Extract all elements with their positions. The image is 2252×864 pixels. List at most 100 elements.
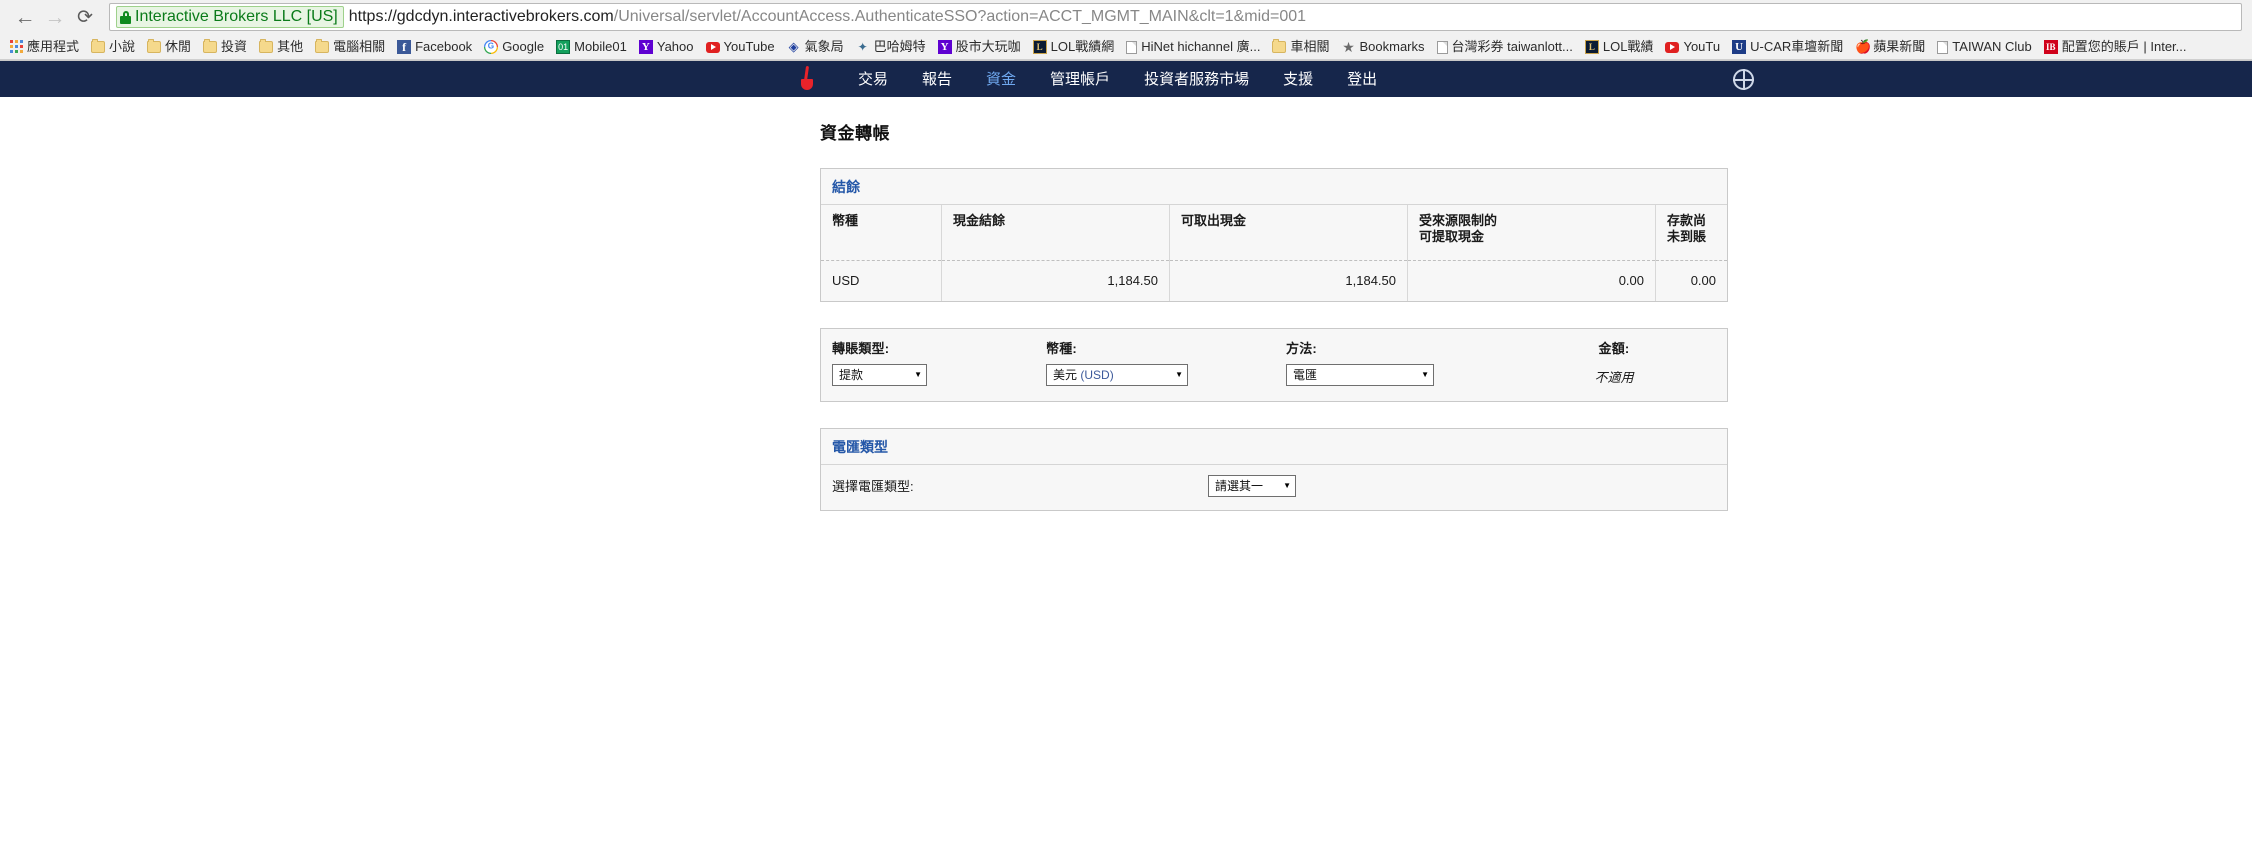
bookmark-facebook[interactable]: f Facebook — [391, 36, 478, 57]
bookmark-label: 巴哈姆特 — [873, 39, 926, 54]
nav-item-reports[interactable]: 報告 — [905, 72, 969, 87]
page-title: 資金轉帳 — [820, 124, 890, 143]
bookmark-label: 電腦相關 — [333, 39, 386, 54]
nav-item-investor-marketplace[interactable]: 投資者服務市場 — [1127, 72, 1266, 87]
mobile01-icon: 01 — [556, 39, 571, 54]
wire-type-panel-body: 選擇電匯類型: 請選其一 ▼ — [821, 465, 1727, 510]
bookmark-apple-daily[interactable]: 🍎 蘋果新聞 — [1849, 36, 1931, 57]
bookmark-google[interactable]: G Google — [478, 36, 550, 57]
bookmark-label: 蘋果新聞 — [1873, 39, 1926, 54]
wire-type-field-label: 選擇電匯類型: — [832, 479, 914, 494]
bookmark-taiwan-lottery[interactable]: 台灣彩券 taiwanlott... — [1431, 36, 1579, 57]
bookmark-taiwan-club[interactable]: TAIWAN Club — [1931, 36, 2037, 57]
bookmark-label: Yahoo — [656, 39, 694, 54]
address-bar[interactable]: Interactive Brokers LLC [US] https://gdc… — [109, 3, 2242, 31]
security-badge-label: Interactive Brokers LLC [US] — [135, 8, 338, 25]
nav-item-logout[interactable]: 登出 — [1330, 72, 1394, 87]
apps-grid-icon — [10, 40, 23, 53]
ib-icon: IB — [2043, 39, 2058, 54]
bookmark-lol-records[interactable]: L LOL戰績 — [1579, 36, 1660, 57]
bookmark-stock-player[interactable]: Y 股市大玩咖 — [932, 36, 1027, 57]
currency-select[interactable]: 美元 (USD) ▼ — [1046, 363, 1188, 386]
table-row: USD 1,184.50 1,184.50 0.00 0.00 — [821, 260, 1727, 301]
bookmark-weather-bureau[interactable]: ◈ 氣象局 — [781, 36, 850, 57]
forward-button[interactable]: → — [40, 2, 70, 32]
bookmark-label: LOL戰績網 — [1050, 39, 1115, 54]
bookmark-label: YouTube — [723, 39, 775, 54]
column-header-cash-balance: 現金結餘 — [941, 205, 1170, 261]
wire-type-select[interactable]: 請選其一 ▼ — [1208, 474, 1296, 497]
ucar-icon: U — [1732, 39, 1747, 54]
currency-value-code: (USD) — [1080, 368, 1114, 382]
bookmark-mobile01[interactable]: 01 Mobile01 — [550, 36, 633, 57]
bookmark-folder-investing[interactable]: 投資 — [197, 36, 253, 57]
method-field: 方法: 電匯 ▼ — [1286, 338, 1504, 386]
nav-item-trading[interactable]: 交易 — [841, 72, 905, 87]
star-icon: ★ — [1342, 38, 1355, 55]
bookmark-folder-cars[interactable]: 車相關 — [1266, 36, 1335, 57]
amount-field: 金額: 不適用 — [1504, 338, 1724, 386]
folder-icon — [203, 39, 218, 53]
column-header-source-restricted: 受來源限制的 可提取現金 — [1407, 205, 1656, 261]
bookmark-ucar-news[interactable]: U U-CAR車壇新聞 — [1726, 36, 1849, 57]
bookmark-label: 股市大玩咖 — [955, 39, 1021, 54]
folder-icon — [147, 39, 162, 53]
folder-icon — [91, 39, 106, 53]
bookmark-youtu[interactable]: YouTu — [1659, 36, 1726, 57]
back-button[interactable]: ← — [10, 2, 40, 32]
bookmark-hinet-hichannel[interactable]: HiNet hichannel 廣... — [1120, 36, 1266, 57]
facebook-icon: f — [397, 39, 412, 54]
security-badge[interactable]: Interactive Brokers LLC [US] — [116, 6, 344, 28]
method-label: 方法: — [1286, 340, 1317, 356]
bookmark-folder-novels[interactable]: 小說 — [85, 36, 141, 57]
transfer-type-select[interactable]: 提款 ▼ — [832, 363, 927, 386]
bookmark-label: 配置您的賬戶 | Inter... — [2061, 39, 2187, 54]
bookmark-apps[interactable]: 應用程式 — [4, 36, 85, 57]
table-header-row: 幣種 現金結餘 可取出現金 受來源限制的 可提取現金 存款尚未到賬 — [821, 205, 1727, 261]
folder-icon — [259, 39, 274, 53]
transfer-form-row: 轉賬類型: 提款 ▼ 幣種: 美元 (USD) ▼ 方法: 電匯 ▼ 金額: 不… — [821, 338, 1727, 386]
bookmarks-bar[interactable]: 應用程式 小說 休閒 投資 其他 電腦相關 f Facebook G Googl… — [0, 34, 2252, 60]
wire-type-value: 請選其一 — [1215, 479, 1264, 493]
amount-label: 金額: — [1598, 340, 1630, 356]
apple-daily-icon: 🍎 — [1855, 38, 1872, 54]
page-icon — [1436, 40, 1448, 54]
nav-item-manage-account[interactable]: 管理帳戶 — [1033, 72, 1127, 87]
bookmark-label: 車相關 — [1290, 39, 1330, 54]
column-header-currency: 幣種 — [821, 205, 942, 261]
method-select[interactable]: 電匯 ▼ — [1286, 363, 1434, 386]
bookmark-yahoo[interactable]: Y Yahoo — [633, 36, 700, 57]
nav-item-funding[interactable]: 資金 — [969, 72, 1033, 87]
bookmark-label: Mobile01 — [574, 39, 627, 54]
method-value: 電匯 — [1293, 368, 1318, 382]
wire-type-panel-header: 電匯類型 — [821, 429, 1727, 465]
bahamut-icon: ✦ — [857, 39, 868, 54]
site-navigation-bar: 交易 報告 資金 管理帳戶 投資者服務市場 支援 登出 — [0, 61, 2252, 97]
cell-pending-deposits: 0.00 — [1690, 273, 1716, 288]
balances-section-link[interactable]: 結餘 — [832, 179, 860, 195]
bookmark-bookmarks[interactable]: ★ Bookmarks — [1335, 36, 1430, 57]
lol-icon: L — [1584, 39, 1599, 54]
bookmark-label: 台灣彩券 taiwanlott... — [1451, 39, 1573, 54]
balances-table: 幣種 現金結餘 可取出現金 受來源限制的 可提取現金 存款尚未到賬 USD 1,… — [821, 205, 1727, 301]
url-text: https://gdcdyn.interactivebrokers.com/Un… — [349, 9, 1306, 25]
page-icon — [1937, 40, 1949, 54]
bookmark-youtube[interactable]: YouTube — [700, 36, 781, 57]
globe-icon[interactable] — [1733, 69, 1754, 90]
url-host: https://gdcdyn.interactivebrokers.com — [348, 8, 614, 25]
wire-type-section-link[interactable]: 電匯類型 — [832, 439, 888, 455]
bookmark-folder-other[interactable]: 其他 — [253, 36, 309, 57]
nav-item-support[interactable]: 支援 — [1266, 72, 1330, 87]
bookmark-label: 氣象局 — [804, 39, 844, 54]
chevron-down-icon: ▼ — [1421, 369, 1429, 379]
currency-label: 幣種: — [1046, 340, 1077, 356]
bookmark-folder-leisure[interactable]: 休閒 — [141, 36, 197, 57]
bookmark-label: YouTu — [1683, 39, 1721, 54]
reload-button[interactable]: ⟳ — [70, 2, 100, 32]
bookmark-bahamut[interactable]: ✦ 巴哈姆特 — [850, 36, 932, 57]
bookmark-ib-account[interactable]: IB 配置您的賬戶 | Inter... — [2038, 36, 2193, 57]
browser-chrome: ← → ⟳ Interactive Brokers LLC [US] https… — [0, 0, 2252, 61]
bookmark-folder-computers[interactable]: 電腦相關 — [309, 36, 391, 57]
bookmark-lol-records-net[interactable]: L LOL戰績網 — [1027, 36, 1121, 57]
google-icon: G — [484, 39, 499, 54]
